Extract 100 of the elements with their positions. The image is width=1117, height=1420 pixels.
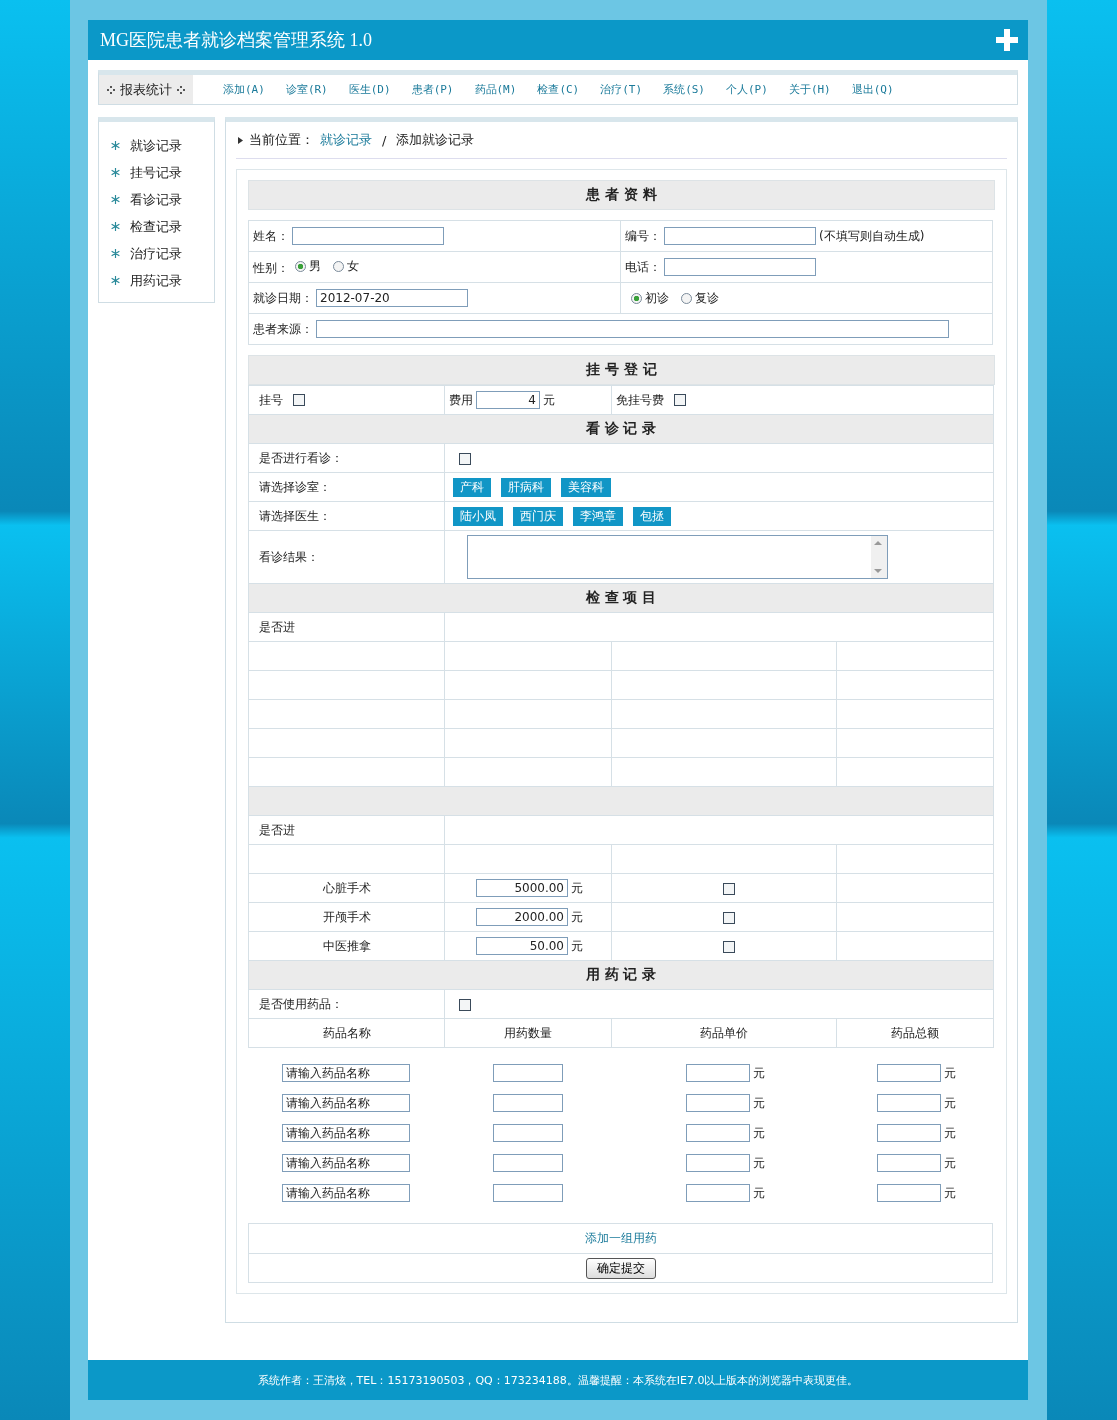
sidebar-item[interactable]: 就诊记录: [130, 136, 182, 155]
medicine-name-field[interactable]: 请输入药品名称: [282, 1154, 410, 1172]
menu-link[interactable]: 系统(S): [663, 82, 705, 97]
field-label: 性别：: [253, 260, 289, 275]
menu-link[interactable]: 退出(Q): [851, 82, 894, 97]
menu-link[interactable]: 药品(M): [474, 82, 517, 97]
unit-label: 元: [571, 880, 583, 895]
unit-price-field[interactable]: [685, 1124, 750, 1142]
unit-price-field[interactable]: [685, 1184, 750, 1202]
dots-icon: [107, 85, 115, 94]
section-heading: 检 查 项 目: [248, 583, 994, 613]
asterisk-icon: [111, 222, 120, 231]
menu-link[interactable]: 医生(D): [348, 82, 391, 97]
field-label: 费用: [449, 392, 473, 407]
field-label: 免挂号费: [616, 392, 664, 407]
field-label: 是否使用药品：: [259, 996, 343, 1011]
number-field[interactable]: [664, 227, 816, 245]
sidebar-item[interactable]: 用药记录: [130, 271, 182, 290]
name-field[interactable]: [292, 227, 444, 245]
visit-type-radio[interactable]: 初诊: [631, 289, 669, 307]
treatment-checkbox[interactable]: [723, 940, 735, 953]
quantity-field[interactable]: [492, 1184, 563, 1202]
field-label: 就诊日期：: [253, 290, 313, 305]
unit-label: 元: [943, 1155, 956, 1170]
sidebar-item[interactable]: 看诊记录: [130, 190, 182, 209]
unit-label: 元: [752, 1155, 765, 1170]
medicine-name-field[interactable]: 请输入药品名称: [282, 1064, 410, 1082]
gender-radio[interactable]: 女: [333, 257, 359, 275]
sidebar-item[interactable]: 检查记录: [130, 217, 182, 236]
total-field[interactable]: [876, 1154, 941, 1172]
column-header: 用药数量: [504, 1025, 552, 1040]
asterisk-icon: [111, 195, 120, 204]
submit-button[interactable]: 确定提交: [585, 1257, 656, 1279]
total-field[interactable]: [876, 1184, 941, 1202]
hint-text: (不填写则自动生成): [819, 228, 925, 243]
breadcrumb-separator: /: [382, 132, 387, 148]
visit-type-radio[interactable]: 复诊: [681, 289, 719, 307]
result-textarea[interactable]: [467, 535, 888, 579]
menu-link[interactable]: 个人(P): [726, 82, 768, 97]
free-fee-checkbox[interactable]: [674, 394, 686, 406]
medicine-name-field[interactable]: 请输入药品名称: [282, 1184, 410, 1202]
price-field[interactable]: 2000.00: [476, 908, 568, 926]
unit-price-field[interactable]: [685, 1064, 750, 1082]
unit-price-field[interactable]: [685, 1094, 750, 1112]
unit-label: 元: [752, 1125, 765, 1140]
report-tab[interactable]: 报表统计: [99, 75, 193, 104]
quantity-field[interactable]: [492, 1154, 563, 1172]
register-checkbox[interactable]: [293, 394, 305, 406]
unit-label: 元: [943, 1125, 956, 1140]
quantity-field[interactable]: [492, 1094, 563, 1112]
add-medicine-link[interactable]: 添加一组用药: [584, 1230, 657, 1247]
menu-link[interactable]: 关于(H): [788, 82, 831, 97]
asterisk-icon: [111, 276, 120, 285]
breadcrumb-link[interactable]: 就诊记录: [320, 131, 372, 149]
field-label: 请选择医生：: [259, 508, 331, 523]
footer-text: 系统作者：王清炫，TEL：15173190503，QQ：173234188。温馨提醒：本系统在IE7.0以上版本的浏览器中表现更佳。: [257, 1372, 859, 1388]
section-heading: 患 者 资 料: [248, 180, 995, 210]
unit-price-field[interactable]: [685, 1154, 750, 1172]
unit-label: 元: [571, 938, 583, 953]
column-header: 药品名称: [322, 1025, 371, 1040]
menu-link[interactable]: 检查(C): [537, 82, 580, 97]
menu-link[interactable]: 患者(P): [411, 82, 454, 97]
medicine-name-field[interactable]: 请输入药品名称: [282, 1124, 410, 1142]
unit-label: 元: [571, 909, 583, 924]
total-field[interactable]: [876, 1094, 941, 1112]
source-field[interactable]: [316, 320, 949, 338]
total-field[interactable]: [876, 1064, 941, 1082]
consult-checkbox[interactable]: [459, 452, 471, 465]
treatment-name: 心脏手术: [322, 880, 371, 895]
sidebar-item[interactable]: 挂号记录: [130, 163, 182, 182]
plus-icon[interactable]: [996, 29, 1018, 51]
phone-field[interactable]: [664, 258, 816, 276]
unit-label: 元: [543, 392, 555, 407]
menu-link[interactable]: 治疗(T): [600, 82, 643, 97]
column-header: 药品单价: [700, 1025, 748, 1040]
quantity-field[interactable]: [492, 1124, 563, 1142]
gender-radio[interactable]: 男: [295, 257, 321, 275]
treatment-checkbox[interactable]: [723, 882, 735, 895]
field-label: 是否进: [259, 822, 295, 837]
date-field[interactable]: 2012-07-20: [316, 289, 468, 307]
field-label: 编号：: [625, 228, 661, 243]
asterisk-icon: [111, 141, 120, 150]
menu-link[interactable]: 添加(A): [223, 82, 265, 97]
medicine-name-field[interactable]: 请输入药品名称: [282, 1094, 410, 1112]
treatment-checkbox[interactable]: [723, 911, 735, 924]
unit-label: 元: [943, 1065, 956, 1080]
field-label: 是否进行看诊：: [259, 450, 343, 465]
price-field[interactable]: 5000.00: [476, 879, 568, 897]
unit-label: 元: [752, 1185, 765, 1200]
fee-field[interactable]: 4: [476, 391, 540, 409]
asterisk-icon: [111, 249, 120, 258]
section-heading: 看 诊 记 录: [248, 414, 994, 444]
price-field[interactable]: 50.00: [476, 937, 568, 955]
total-field[interactable]: [876, 1124, 941, 1142]
medicine-checkbox[interactable]: [459, 998, 471, 1011]
quantity-field[interactable]: [492, 1064, 563, 1082]
unit-label: 元: [752, 1065, 765, 1080]
sidebar-item[interactable]: 治疗记录: [130, 244, 182, 263]
menu-link[interactable]: 诊室(R): [285, 82, 328, 97]
scrollbar[interactable]: [871, 536, 887, 578]
